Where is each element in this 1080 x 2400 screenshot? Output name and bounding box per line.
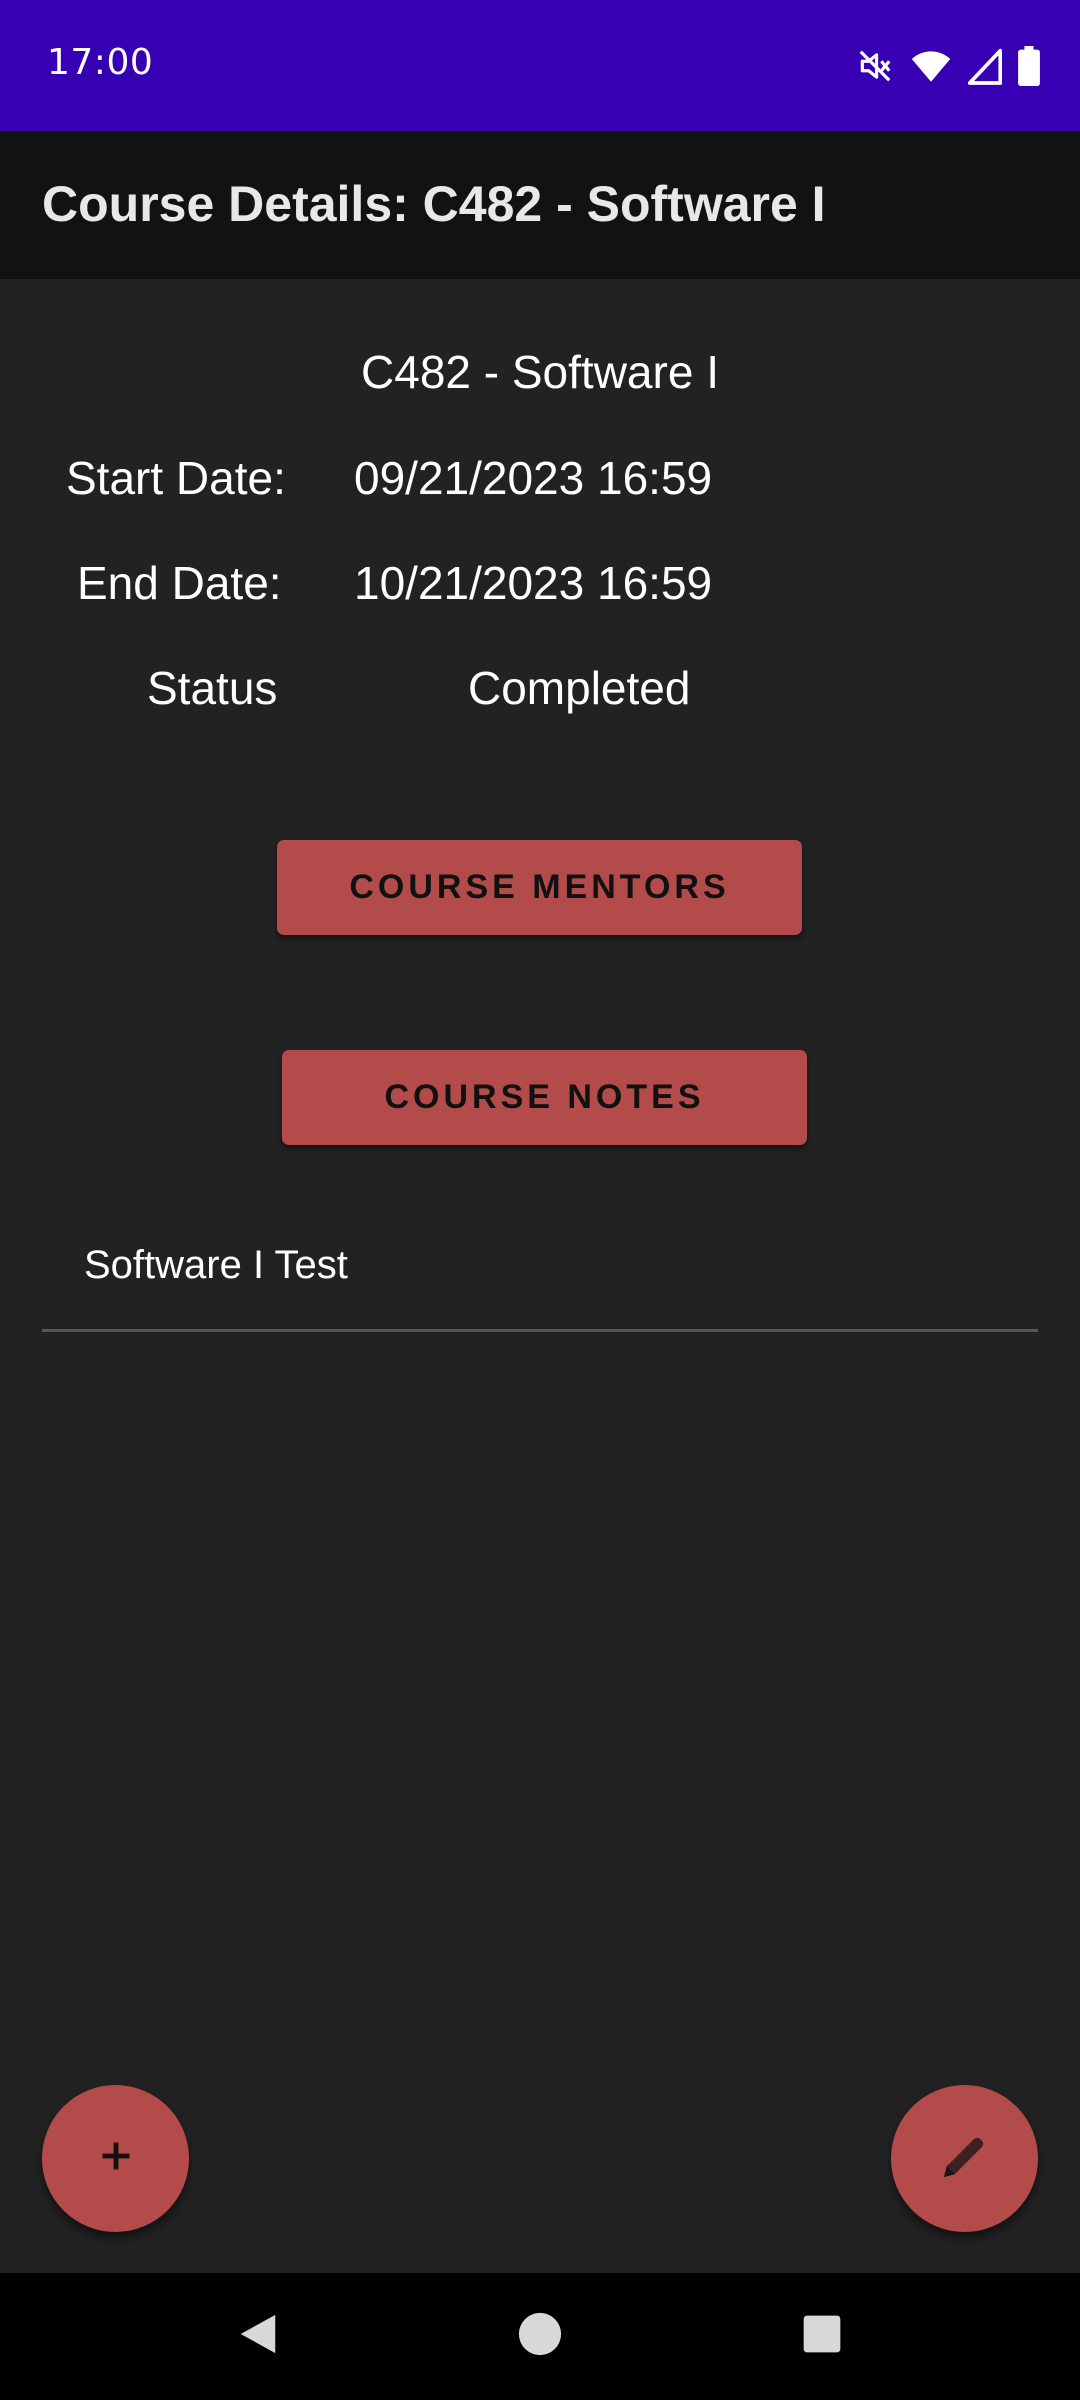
recents-button[interactable] bbox=[752, 2273, 892, 2400]
status-label: Status bbox=[147, 662, 278, 714]
end-date-label: End Date: bbox=[77, 557, 282, 609]
battery-icon bbox=[1018, 46, 1040, 86]
list-divider bbox=[42, 1329, 1038, 1332]
mute-icon bbox=[856, 47, 894, 85]
status-icons bbox=[856, 42, 1040, 90]
edit-course-button[interactable] bbox=[891, 2085, 1038, 2232]
status-time: 17:00 bbox=[47, 42, 154, 83]
wifi-icon bbox=[910, 47, 952, 85]
course-mentors-button[interactable]: COURSE MENTORS bbox=[277, 840, 802, 935]
app-bar: Course Details: C482 - Software I bbox=[0, 131, 1080, 279]
course-title: C482 - Software I bbox=[361, 346, 719, 398]
course-details-screen: 17:00 Course Details: C482 - Software I … bbox=[0, 0, 1080, 2400]
back-icon bbox=[236, 2311, 280, 2362]
back-button[interactable] bbox=[188, 2273, 328, 2400]
home-button[interactable] bbox=[470, 2273, 610, 2400]
assessment-title: Software I Test bbox=[84, 1243, 348, 1287]
start-date-label: Start Date: bbox=[66, 452, 286, 504]
page-title: Course Details: C482 - Software I bbox=[42, 176, 826, 232]
status-value: Completed bbox=[468, 662, 691, 714]
course-notes-button[interactable]: COURSE NOTES bbox=[282, 1050, 807, 1145]
recents-icon bbox=[802, 2314, 842, 2359]
end-date-value: 10/21/2023 16:59 bbox=[354, 557, 713, 609]
status-bar: 17:00 bbox=[0, 0, 1080, 131]
navigation-bar bbox=[0, 2273, 1080, 2400]
pencil-icon bbox=[937, 2128, 993, 2189]
start-date-value: 09/21/2023 16:59 bbox=[354, 452, 713, 504]
home-icon bbox=[517, 2311, 563, 2362]
list-item[interactable]: Software I Test bbox=[42, 1220, 1038, 1330]
signal-icon bbox=[968, 47, 1002, 85]
plus-icon bbox=[98, 2138, 134, 2179]
add-assessment-button[interactable] bbox=[42, 2085, 189, 2232]
